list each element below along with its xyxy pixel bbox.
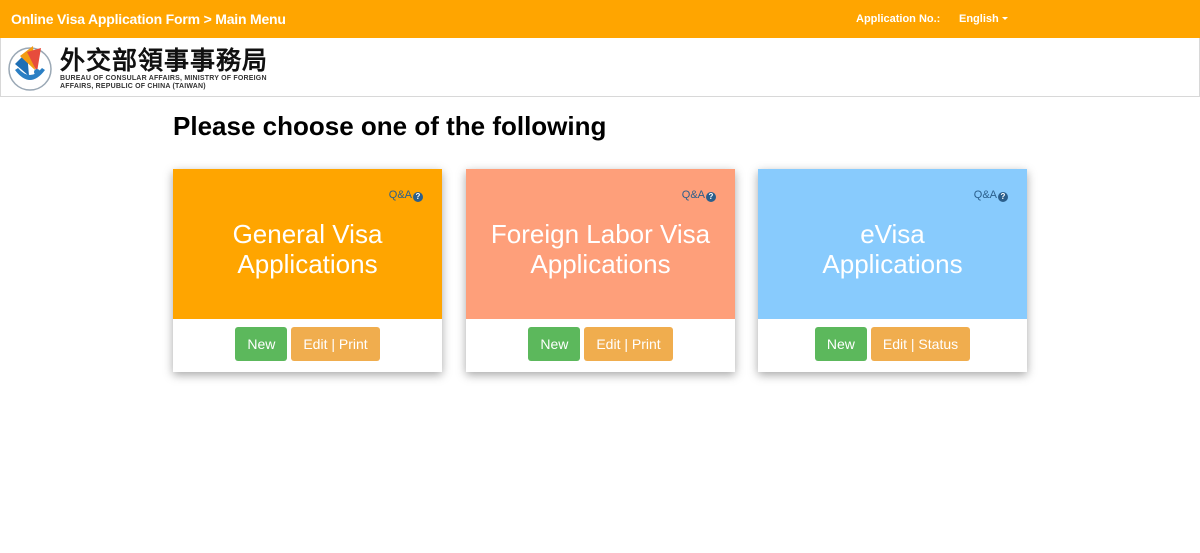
chevron-down-icon bbox=[1001, 17, 1008, 20]
top-bar: Online Visa Application Form > Main Menu… bbox=[0, 0, 1200, 38]
card-actions: New Edit | Print bbox=[173, 327, 442, 361]
qa-link[interactable]: Q&A? bbox=[974, 189, 1008, 202]
card-general-visa: Q&A? General Visa Applications New Edit … bbox=[173, 169, 442, 372]
bureau-name-english: BUREAU OF CONSULAR AFFAIRS, MINISTRY OF … bbox=[60, 75, 285, 91]
card-actions: New Edit | Status bbox=[758, 327, 1027, 361]
card-title-line1: eVisa bbox=[860, 219, 925, 249]
card-title: Foreign Labor Visa Applications bbox=[466, 219, 735, 279]
page-heading: Please choose one of the following bbox=[173, 111, 607, 141]
card-face: Q&A? General Visa Applications bbox=[173, 169, 442, 319]
card-evisa: Q&A? eVisa Applications New Edit | Statu… bbox=[758, 169, 1027, 372]
bureau-name-english-line1: BUREAU OF CONSULAR AFFAIRS, MINISTRY OF … bbox=[60, 75, 267, 82]
new-button[interactable]: New bbox=[528, 327, 581, 361]
card-face: Q&A? eVisa Applications bbox=[758, 169, 1027, 319]
card-title-line2: Applications bbox=[822, 249, 963, 279]
qa-label: Q&A bbox=[973, 189, 997, 201]
qa-link[interactable]: Q&A? bbox=[389, 189, 423, 202]
question-icon: ? bbox=[413, 192, 423, 202]
qa-link[interactable]: Q&A? bbox=[682, 189, 716, 202]
card-title: eVisa Applications bbox=[758, 219, 1027, 279]
card-title: General Visa Applications bbox=[173, 219, 442, 279]
bureau-logo-icon bbox=[8, 46, 52, 91]
card-title-line1: Foreign Labor Visa bbox=[490, 219, 711, 249]
question-icon: ? bbox=[706, 192, 716, 202]
card-foreign-labor-visa: Q&A? Foreign Labor Visa Applications New… bbox=[466, 169, 735, 372]
site-header: 外交部領事事務局 BUREAU OF CONSULAR AFFAIRS, MIN… bbox=[0, 38, 1200, 97]
card-title-line2: Applications bbox=[237, 249, 378, 279]
bureau-name-english-line2: AFFAIRS, REPUBLIC OF CHINA (TAIWAN) bbox=[60, 83, 206, 90]
qa-label: Q&A bbox=[681, 189, 705, 201]
qa-label: Q&A bbox=[388, 189, 412, 201]
bureau-name-chinese: 外交部領事事務局 bbox=[60, 46, 269, 75]
language-label: English bbox=[959, 13, 999, 25]
question-icon: ? bbox=[998, 192, 1008, 202]
card-title-line1: General Visa bbox=[232, 219, 383, 249]
card-title-line2: Applications bbox=[530, 249, 671, 279]
new-button[interactable]: New bbox=[814, 327, 867, 361]
edit-status-button[interactable]: Edit | Status bbox=[870, 327, 971, 361]
new-button[interactable]: New bbox=[235, 327, 288, 361]
edit-print-button[interactable]: Edit | Print bbox=[291, 327, 380, 361]
card-actions: New Edit | Print bbox=[466, 327, 735, 361]
edit-print-button[interactable]: Edit | Print bbox=[584, 327, 673, 361]
card-face: Q&A? Foreign Labor Visa Applications bbox=[466, 169, 735, 319]
language-dropdown[interactable]: English bbox=[959, 13, 1008, 25]
breadcrumb: Online Visa Application Form > Main Menu bbox=[11, 11, 286, 27]
application-number-label: Application No.: bbox=[856, 13, 941, 25]
